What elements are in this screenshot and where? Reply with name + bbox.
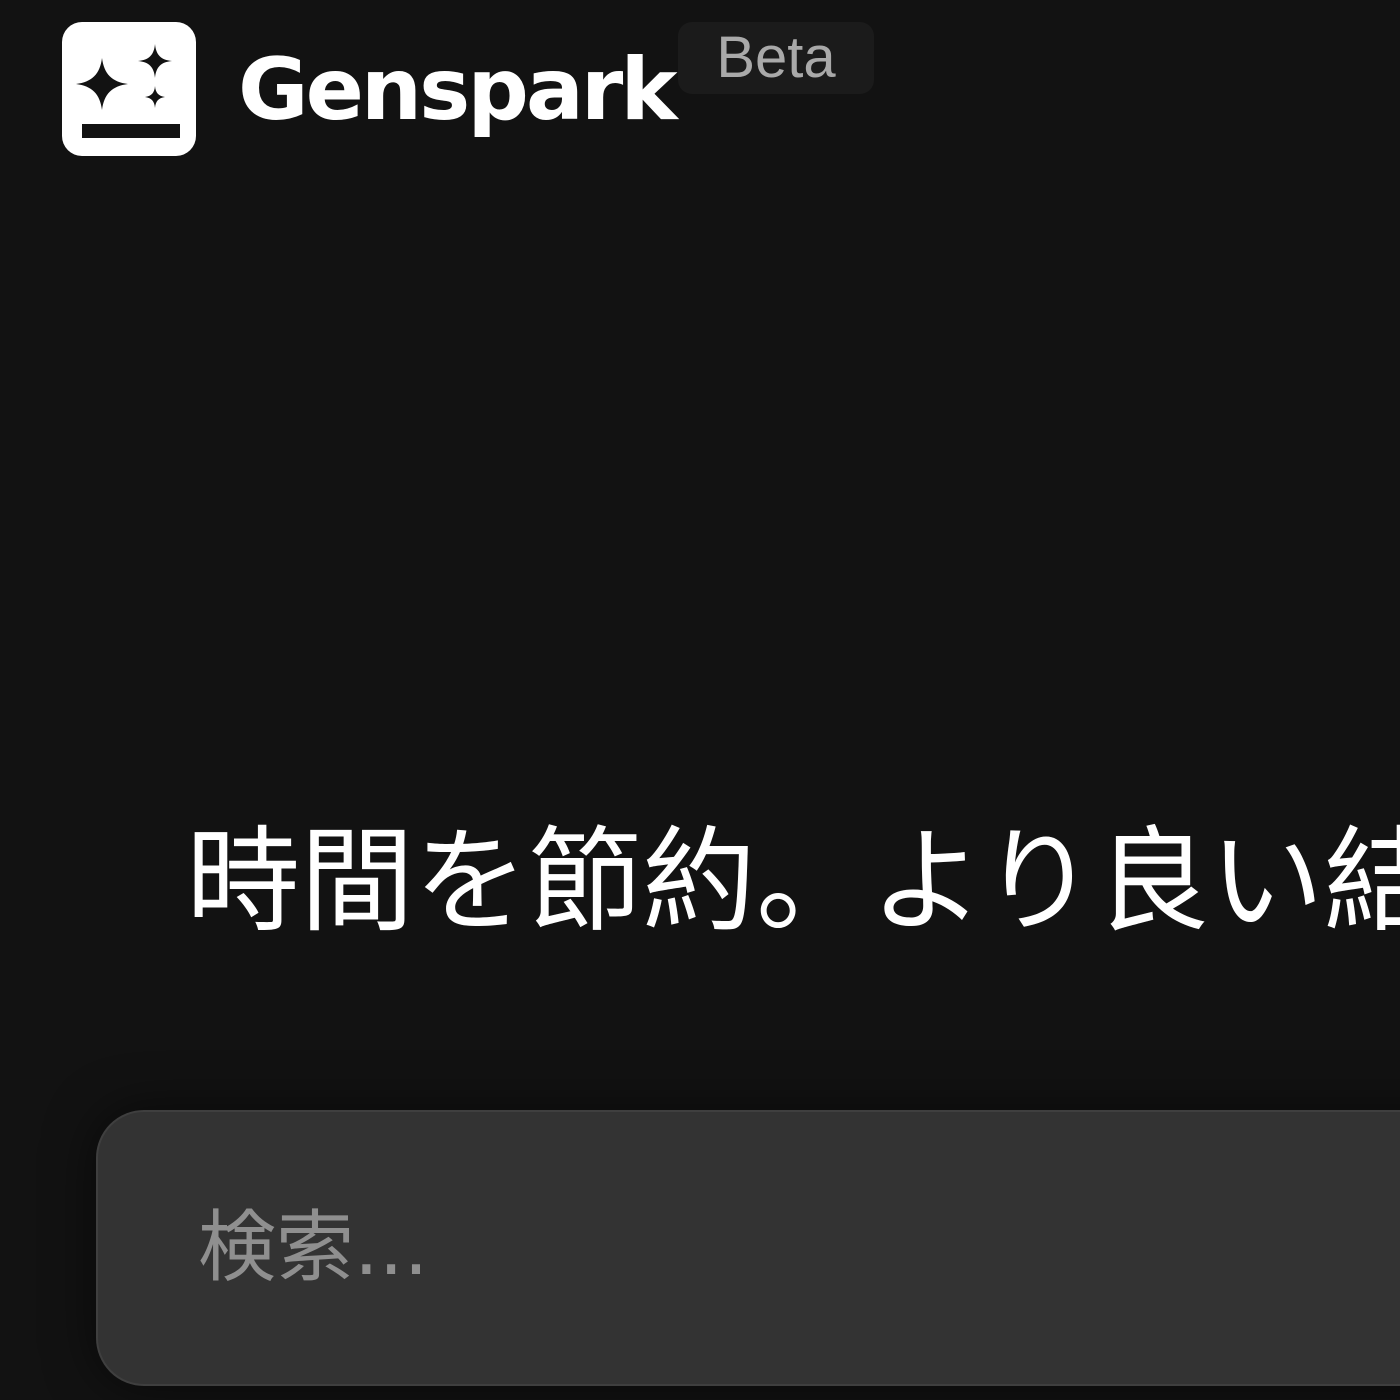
beta-badge: Beta bbox=[678, 22, 874, 94]
search-box[interactable] bbox=[96, 1110, 1400, 1386]
brand-name[interactable]: Genspark bbox=[238, 40, 678, 140]
sparkles-icon bbox=[76, 44, 180, 138]
page: Genspark Beta 時間を節約。より良い結 bbox=[0, 0, 1400, 1400]
genspark-logo[interactable] bbox=[62, 22, 196, 156]
hero-headline: 時間を節約。より良い結 bbox=[186, 815, 1400, 948]
search-input[interactable] bbox=[198, 1198, 1298, 1298]
